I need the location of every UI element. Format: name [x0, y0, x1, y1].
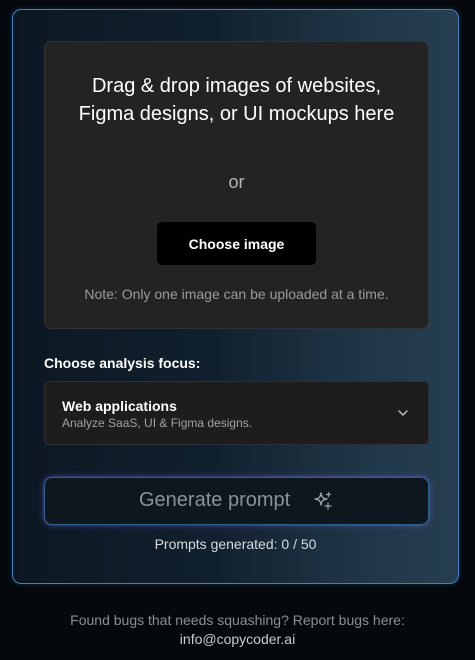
dropzone-note: Note: Only one image can be uploaded at …: [84, 286, 389, 302]
sparkle-icon: [314, 491, 332, 510]
analysis-focus-select[interactable]: Web applications Analyze SaaS, UI & Figm…: [44, 381, 429, 445]
dropzone-title: Drag & drop images of websites, Figma de…: [78, 75, 395, 125]
prompts-generated-counter: Prompts generated: 0 / 50: [154, 536, 317, 552]
generate-prompt-button[interactable]: Generate prompt: [44, 477, 429, 525]
footer-text: Found bugs that needs squashing? Report …: [70, 612, 405, 628]
choose-image-button[interactable]: Choose image: [157, 222, 316, 265]
analysis-focus-selected-subtitle: Analyze SaaS, UI & Figma designs.: [62, 416, 253, 430]
main-card: Drag & drop images of websites, Figma de…: [12, 9, 459, 584]
dropzone-or-text: or: [228, 172, 245, 192]
analysis-focus-selected-title: Web applications: [62, 398, 177, 414]
footer: Found bugs that needs squashing? Report …: [0, 611, 475, 649]
generate-prompt-label: Generate prompt: [139, 489, 291, 511]
footer-email-link[interactable]: info@copycoder.ai: [180, 631, 295, 647]
analysis-focus-label: Choose analysis focus:: [44, 355, 201, 371]
chevron-down-icon: [398, 410, 408, 416]
image-dropzone[interactable]: Drag & drop images of websites, Figma de…: [44, 41, 429, 329]
